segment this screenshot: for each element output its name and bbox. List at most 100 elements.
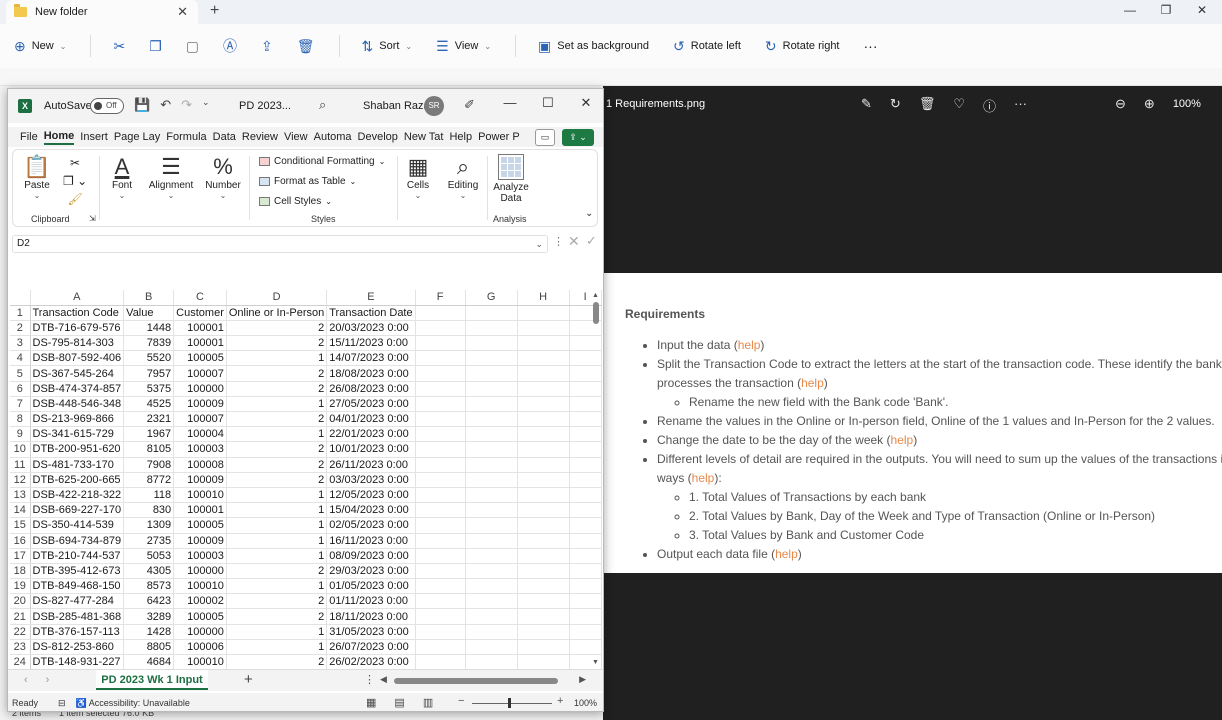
scroll-thumb[interactable] [394, 678, 558, 684]
explorer-address-bar[interactable] [0, 68, 1222, 86]
row-header[interactable]: 16 [10, 533, 31, 549]
close-icon[interactable]: ✕ [567, 95, 603, 111]
cell[interactable] [517, 365, 570, 382]
cell[interactable]: 2 [226, 381, 328, 397]
tab-automate[interactable]: Automa [314, 131, 352, 143]
copy-button[interactable]: ❐ [149, 38, 162, 55]
zoom-out-icon[interactable]: − [458, 695, 464, 707]
zoom-in-icon[interactable]: ⊕ [1144, 96, 1155, 112]
tab-review[interactable]: Review [242, 131, 278, 143]
row-header[interactable]: 6 [10, 381, 31, 397]
cell[interactable] [415, 411, 466, 428]
cell[interactable]: 08/09/2023 0:00 [326, 548, 416, 564]
cell[interactable]: DTB-395-412-673 [30, 563, 125, 580]
cell[interactable]: 100001 [173, 320, 227, 337]
explorer-tab[interactable]: New folder ✕ [6, 0, 198, 24]
cell[interactable]: 6423 [123, 593, 175, 610]
row-header[interactable]: 3 [10, 335, 31, 352]
cell[interactable] [517, 350, 570, 367]
document-name[interactable]: PD 2023... [239, 100, 291, 112]
cell[interactable]: 1448 [123, 320, 175, 337]
cell[interactable]: 7908 [123, 457, 175, 473]
cell[interactable] [415, 487, 466, 504]
row-header[interactable]: 9 [10, 426, 31, 443]
cell[interactable] [415, 305, 466, 321]
cell[interactable]: 100002 [173, 593, 227, 610]
cell[interactable]: 100008 [173, 457, 227, 473]
page-break-view-icon[interactable]: ▥ [423, 696, 433, 709]
cell[interactable]: 1 [226, 533, 328, 549]
set-background-button[interactable]: ▣ Set as background [538, 38, 649, 55]
cell[interactable] [465, 533, 518, 549]
column-header[interactable]: E [326, 290, 416, 306]
rotate-left-button[interactable]: ↺ Rotate left [673, 38, 741, 55]
cell[interactable]: 100007 [173, 411, 227, 428]
cell[interactable]: 8805 [123, 639, 175, 656]
tab-page-layout[interactable]: Page Lay [114, 131, 160, 143]
row-header[interactable]: 14 [10, 502, 31, 519]
delete-button[interactable]: 🗑 [297, 38, 315, 55]
column-header[interactable]: H [517, 290, 570, 306]
tab-insert[interactable]: Insert [80, 131, 108, 143]
row-header[interactable]: 24 [10, 654, 31, 671]
cell[interactable]: 16/11/2023 0:00 [326, 533, 416, 549]
cell[interactable]: 100001 [173, 335, 227, 352]
cell[interactable]: 12/05/2023 0:00 [326, 487, 416, 504]
paste-button[interactable]: 📋 Paste ⌄ [23, 154, 51, 200]
cell[interactable]: 100010 [173, 578, 227, 595]
cell[interactable]: DSB-474-374-857 [30, 381, 125, 397]
cell[interactable]: 5375 [123, 381, 175, 397]
cell[interactable]: 2 [226, 457, 328, 473]
cell[interactable]: 1 [226, 624, 328, 640]
new-tab-button[interactable]: + [210, 2, 219, 20]
cell[interactable]: 1 [226, 578, 328, 595]
tab-file[interactable]: File [20, 131, 38, 143]
restore-icon[interactable]: ❐ [1148, 0, 1184, 22]
more-icon[interactable]: ⋮ [364, 673, 375, 686]
cell[interactable] [415, 548, 466, 564]
cell[interactable] [517, 381, 570, 397]
share-button[interactable]: ⇪ [261, 38, 273, 55]
cell[interactable] [465, 517, 518, 534]
conditional-formatting-button[interactable]: Conditional Formatting ⌄ [259, 156, 385, 167]
tab-home[interactable]: Home [43, 130, 75, 145]
sheet-nav-arrows[interactable]: ‹› [24, 674, 67, 686]
cell[interactable] [465, 350, 518, 367]
cell[interactable] [517, 396, 570, 413]
cell[interactable]: 26/08/2023 0:00 [326, 381, 416, 397]
cell[interactable]: DS-213-969-866 [30, 411, 125, 428]
cell[interactable] [415, 396, 466, 413]
scroll-up-icon[interactable]: ▲ [592, 292, 599, 299]
column-header[interactable]: A [30, 290, 125, 306]
tab-view[interactable]: View [284, 131, 308, 143]
row-header[interactable]: 23 [10, 639, 31, 656]
cell[interactable] [465, 593, 518, 610]
cell[interactable]: 100004 [173, 426, 227, 443]
more-icon[interactable]: ··· [1014, 96, 1027, 115]
cell[interactable]: DS-827-477-284 [30, 593, 125, 610]
cell[interactable] [517, 441, 570, 458]
cells-button[interactable]: ▦ Cells ⌄ [403, 154, 433, 200]
pen-icon[interactable]: ✐ [464, 97, 475, 113]
cell[interactable]: 2 [226, 472, 328, 488]
cell[interactable] [415, 578, 466, 595]
cell[interactable]: 2 [226, 365, 328, 382]
sort-button[interactable]: ⇅ Sort ⌄ [362, 38, 413, 55]
row-header[interactable]: 5 [10, 365, 31, 382]
cell[interactable]: DS-367-545-264 [30, 365, 125, 382]
zoom-level[interactable]: 100% [574, 698, 597, 708]
row-header[interactable]: 1 [10, 305, 31, 321]
row-header[interactable]: 21 [10, 608, 31, 625]
cell[interactable]: 1 [226, 502, 328, 519]
cell[interactable]: 01/11/2023 0:00 [326, 593, 416, 610]
zoom-in-icon[interactable]: + [557, 695, 563, 707]
column-header[interactable]: D [226, 290, 328, 306]
cell[interactable]: 14/07/2023 0:00 [326, 350, 416, 367]
cut-button[interactable]: ✂ [113, 38, 125, 55]
cell[interactable]: 100006 [173, 639, 227, 656]
cell[interactable] [517, 487, 570, 504]
info-icon[interactable]: ⓘ [983, 96, 996, 115]
column-header[interactable]: B [123, 290, 175, 306]
cell[interactable]: 31/05/2023 0:00 [326, 624, 416, 640]
format-as-table-button[interactable]: Format as Table ⌄ [259, 176, 356, 187]
